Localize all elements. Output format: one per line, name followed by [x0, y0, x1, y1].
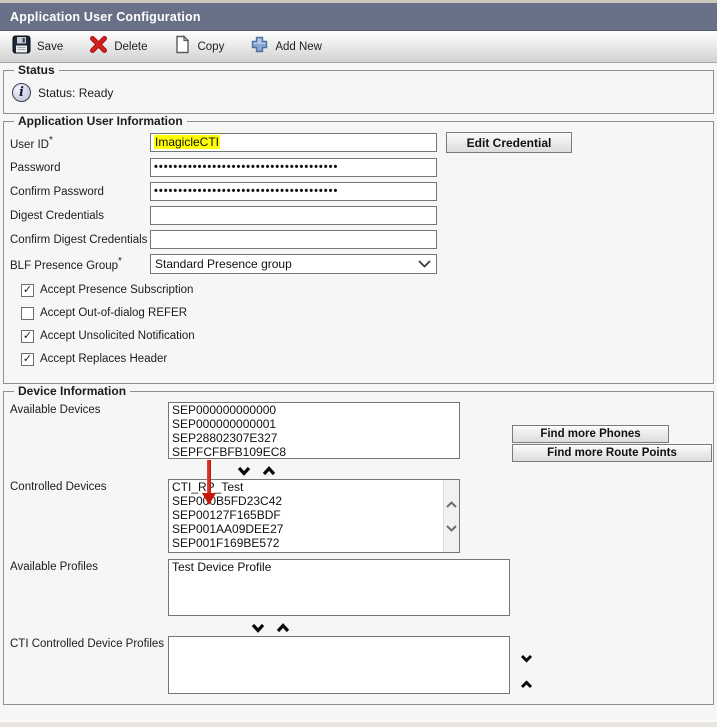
info-icon: i: [12, 83, 31, 102]
digest-credentials-input[interactable]: [150, 206, 437, 225]
add-new-button[interactable]: Add New: [250, 35, 322, 59]
checkbox-label: Accept Replaces Header: [40, 353, 167, 365]
available-profiles-label: Available Profiles: [10, 559, 168, 573]
move-up-icon[interactable]: [262, 463, 276, 475]
user-id-value-highlighted: ImagicleCTI: [154, 135, 220, 149]
toolbar: Save Delete Copy Add New: [0, 31, 717, 63]
checkbox-mark: ✓: [21, 330, 34, 343]
list-item[interactable]: SEP28802307E327: [169, 431, 459, 445]
move-down-icon[interactable]: [520, 650, 533, 668]
device-move-arrows: [237, 463, 707, 475]
available-devices-listbox[interactable]: SEP000000000000SEP000000000001SEP2880230…: [168, 402, 460, 459]
list-item[interactable]: CTI_RP_Test: [169, 480, 459, 494]
available-profiles-listbox[interactable]: Test Device Profile: [168, 559, 510, 616]
user-id-input[interactable]: ImagicleCTI: [150, 133, 437, 152]
edit-credential-button[interactable]: Edit Credential: [446, 132, 572, 153]
cti-controlled-device-profiles-listbox[interactable]: [168, 636, 510, 694]
accept-out-of-dialog-refer-checkbox[interactable]: Accept Out-of-dialog REFER: [21, 306, 707, 320]
list-item[interactable]: SEPFCFBFB109EC8: [169, 445, 459, 459]
find-more-phones-button[interactable]: Find more Phones: [512, 425, 669, 443]
accept-presence-subscription-checkbox[interactable]: ✓ Accept Presence Subscription: [21, 283, 707, 297]
confirm-password-label: Confirm Password: [10, 186, 150, 198]
move-down-icon[interactable]: [237, 463, 251, 475]
confirm-digest-credentials-label: Confirm Digest Credentials: [10, 234, 150, 246]
find-more-route-points-button[interactable]: Find more Route Points: [512, 444, 712, 462]
status-message: Status: Ready: [38, 86, 113, 100]
cti-controlled-device-profiles-label: CTI Controlled Device Profiles: [10, 636, 168, 650]
confirm-password-input[interactable]: ••••••••••••••••••••••••••••••••••••••: [150, 182, 437, 201]
list-item[interactable]: SEP000000000000: [169, 403, 459, 417]
application-user-configuration-page: Application User Configuration Save Dele…: [0, 0, 717, 727]
move-up-icon[interactable]: [276, 620, 290, 632]
list-item[interactable]: SEP00127F165BDF: [169, 508, 459, 522]
save-button[interactable]: Save: [12, 35, 63, 59]
list-item[interactable]: SEP000B5FD23C42: [169, 494, 459, 508]
page-title: Application User Configuration: [10, 10, 201, 24]
delete-button[interactable]: Delete: [89, 35, 147, 59]
profile-move-arrows: [251, 620, 707, 632]
checkbox-label: Accept Presence Subscription: [40, 284, 193, 296]
device-information-section: Device Information Available Devices SEP…: [3, 384, 714, 705]
controlled-devices-label: Controlled Devices: [10, 479, 168, 493]
controlled-devices-listbox[interactable]: CTI_RP_TestSEP000B5FD23C42SEP00127F165BD…: [168, 479, 460, 553]
checkbox-label: Accept Unsolicited Notification: [40, 330, 195, 342]
checkbox-mark: [21, 307, 34, 320]
device-information-legend: Device Information: [14, 384, 130, 398]
save-label: Save: [37, 41, 63, 53]
checkbox-mark: ✓: [21, 284, 34, 297]
list-item[interactable]: Test Device Profile: [169, 560, 509, 574]
required-asterisk: *: [118, 256, 122, 267]
application-user-information-section: Application User Information User ID* Im…: [3, 114, 714, 384]
page-title-bar: Application User Configuration: [0, 3, 717, 31]
blf-presence-group-label: BLF Presence Group*: [10, 256, 150, 272]
chevron-down-icon: [418, 260, 431, 268]
delete-icon: [89, 35, 108, 59]
accept-replaces-header-checkbox[interactable]: ✓ Accept Replaces Header: [21, 352, 707, 366]
add-new-icon: [250, 35, 269, 59]
password-label: Password: [10, 162, 150, 174]
digest-credentials-label: Digest Credentials: [10, 210, 150, 222]
list-item[interactable]: SEP001F169BE572: [169, 536, 459, 550]
blf-presence-group-select[interactable]: Standard Presence group: [150, 254, 437, 274]
copy-label: Copy: [197, 41, 224, 53]
delete-label: Delete: [114, 41, 147, 53]
available-devices-label: Available Devices: [10, 402, 168, 416]
list-item[interactable]: SEP000000000001: [169, 417, 459, 431]
application-user-information-legend: Application User Information: [14, 114, 187, 128]
add-new-label: Add New: [275, 41, 322, 53]
listbox-scrollbar[interactable]: [443, 480, 459, 552]
accept-unsolicited-notification-checkbox[interactable]: ✓ Accept Unsolicited Notification: [21, 329, 707, 343]
save-icon: [12, 35, 31, 59]
confirm-digest-credentials-input[interactable]: [150, 230, 437, 249]
user-id-label: User ID*: [10, 135, 150, 151]
cti-move-arrows: [520, 650, 533, 694]
scroll-down-icon[interactable]: [446, 521, 457, 535]
password-input[interactable]: ••••••••••••••••••••••••••••••••••••••: [150, 158, 437, 177]
list-item[interactable]: SEP001AA09DEE27: [169, 522, 459, 536]
checkbox-mark: ✓: [21, 353, 34, 366]
copy-icon: [173, 35, 191, 59]
move-up-icon[interactable]: [520, 676, 533, 694]
bottom-strip: [0, 720, 717, 727]
scroll-up-icon[interactable]: [446, 497, 457, 511]
required-asterisk: *: [49, 135, 53, 146]
blf-presence-group-selected-value: Standard Presence group: [155, 257, 292, 271]
move-down-icon[interactable]: [251, 620, 265, 632]
status-section: Status i Status: Ready: [3, 63, 714, 114]
copy-button[interactable]: Copy: [173, 35, 224, 59]
status-legend: Status: [14, 63, 59, 77]
checkbox-label: Accept Out-of-dialog REFER: [40, 307, 187, 319]
